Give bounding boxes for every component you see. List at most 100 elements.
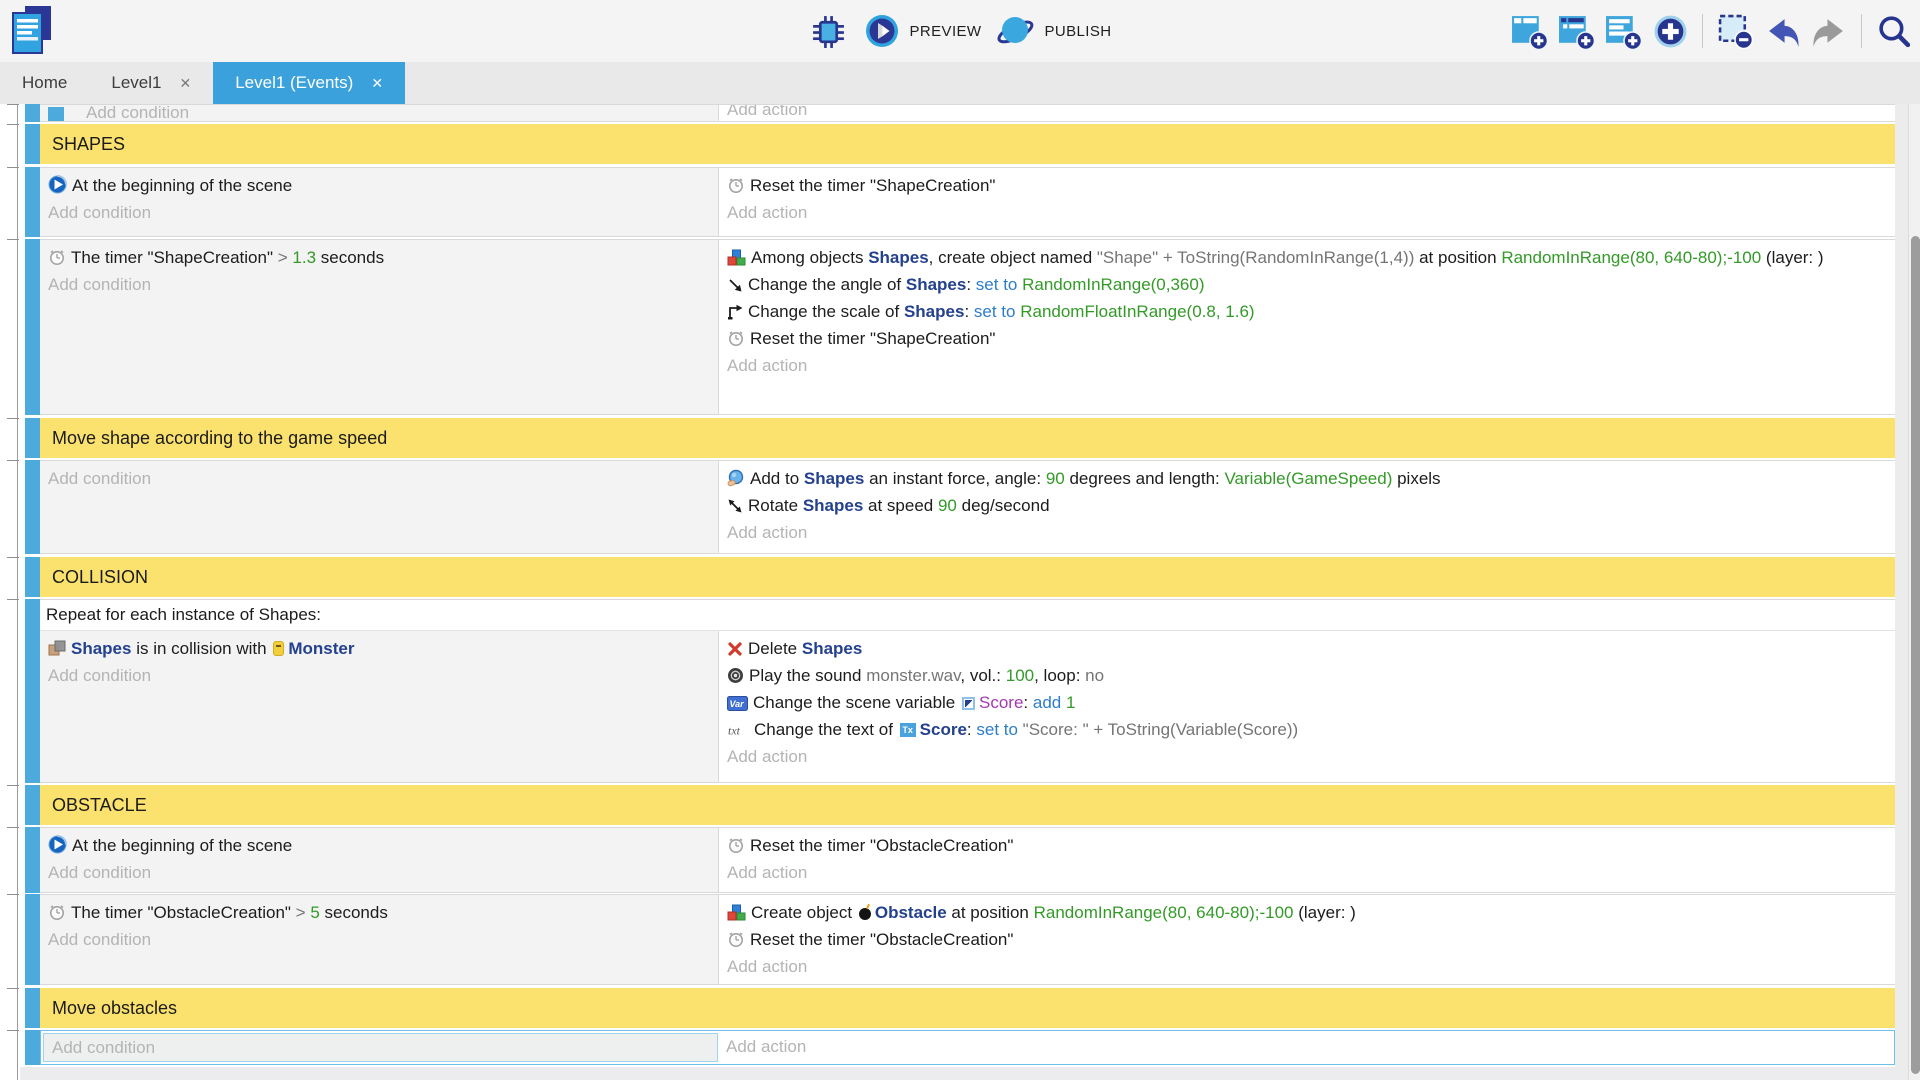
condition-line[interactable]: Shapes is in collision with Monster [40,636,718,661]
event-selection-bar[interactable] [25,460,40,554]
event-selection-bar[interactable] [25,599,40,783]
condition-line[interactable]: At the beginning of the scene [40,173,718,198]
conditions-cell[interactable]: The timer "ObstacleCreation" > 5 seconds… [40,895,719,984]
action-line[interactable]: Create object Obstacle at position Rando… [719,900,1895,925]
event-selection-bar[interactable] [25,418,40,458]
search-button[interactable] [1874,11,1914,51]
add-condition-link[interactable]: Add condition [40,200,718,225]
action-line[interactable]: Change the scale of Shapes: set to Rando… [719,299,1895,324]
tab-home[interactable]: Home [0,62,89,104]
add-event-button[interactable] [1509,11,1549,51]
close-icon[interactable]: ✕ [179,75,191,92]
add-condition-link[interactable]: Add condition [40,927,718,952]
actions-cell[interactable]: Reset the timer "ObstacleCreation" Add a… [719,828,1895,892]
add-condition-link[interactable]: Add condition [86,104,189,122]
add-condition-link[interactable]: Add condition [40,860,718,885]
event-row[interactable]: Add condition Add to Shapes an instant f… [20,460,1895,554]
group-header-label[interactable]: Move obstacles [40,988,1895,1028]
actions-cell[interactable]: Reset the timer "ShapeCreation" Add acti… [719,168,1895,236]
conditions-cell[interactable]: Add condition [40,461,719,553]
event-row-repeat[interactable]: Repeat for each instance of Shapes: Shap… [20,599,1895,783]
tab-level1[interactable]: Level1 ✕ [89,62,213,104]
event-group-shapes[interactable]: SHAPES [20,124,1895,164]
event-selection-bar[interactable] [25,827,40,893]
event-group-move-shape[interactable]: Move shape according to the game speed [20,418,1895,458]
group-header-label[interactable]: OBSTACLE [40,785,1895,825]
action-line[interactable]: Change the angle of Shapes: set to Rando… [719,272,1895,297]
actions-cell[interactable]: Add action [719,105,1895,121]
conditions-cell[interactable]: Add condition [43,1033,718,1062]
event-selection-bar[interactable] [25,785,40,825]
condition-line[interactable]: At the beginning of the scene [40,833,718,858]
event-selection-bar[interactable] [25,894,40,985]
actions-cell[interactable]: Delete Shapes Play the sound monster.wav… [719,631,1895,782]
event-selection-bar[interactable] [25,988,40,1028]
event-row[interactable]: The timer "ShapeCreation" > 1.3 seconds … [20,239,1895,415]
conditions-cell[interactable]: At the beginning of the scene Add condit… [40,168,719,236]
close-icon[interactable]: ✕ [371,75,383,92]
action-line[interactable]: Add to Shapes an instant force, angle: 9… [719,466,1895,491]
add-extra-button[interactable] [1650,11,1690,51]
actions-cell[interactable]: Add to Shapes an instant force, angle: 9… [719,461,1895,553]
actions-cell[interactable]: Create object Obstacle at position Rando… [719,895,1895,984]
action-line[interactable]: Reset the timer "ShapeCreation" [719,326,1895,351]
condition-line[interactable]: The timer "ObstacleCreation" > 5 seconds [40,900,718,925]
actions-cell[interactable]: Add action [718,1033,1892,1062]
add-sub-event-button[interactable] [1556,11,1596,51]
event-row-partial[interactable]: Add condition Add action [20,104,1895,122]
event-selection-bar[interactable] [25,124,40,164]
add-condition-link[interactable]: Add condition [40,272,718,297]
action-line[interactable]: Among objects Shapes, create object name… [719,245,1895,270]
scrollbar-track[interactable] [1908,104,1920,1080]
add-condition-link[interactable]: Add condition [40,466,718,491]
action-line[interactable]: Delete Shapes [719,636,1895,661]
event-selection-bar[interactable] [25,1030,40,1065]
redo-button[interactable] [1809,11,1849,51]
event-selection-bar[interactable] [25,104,40,122]
event-row[interactable]: At the beginning of the scene Add condit… [20,827,1895,893]
event-group-move-obstacles[interactable]: Move obstacles [20,988,1895,1028]
debug-button[interactable] [809,11,849,51]
add-condition-link[interactable]: Add condition [40,663,718,688]
scrollbar-thumb[interactable] [1911,236,1920,1074]
add-action-link[interactable]: Add action [719,200,1895,225]
undo-button[interactable] [1762,11,1802,51]
event-row-selected[interactable]: Add condition Add action [20,1030,1895,1065]
action-line[interactable]: Rotate Shapes at speed 90 deg/second [719,493,1895,518]
add-action-link[interactable]: Add action [719,520,1895,545]
publish-button[interactable]: PUBLISH [995,11,1111,51]
action-line[interactable]: txt Change the text of Score: set to "Sc… [719,717,1895,742]
group-header-label[interactable]: Move shape according to the game speed [40,418,1895,458]
event-row[interactable]: At the beginning of the scene Add condit… [20,167,1895,237]
event-group-collision[interactable]: COLLISION [20,557,1895,597]
action-line[interactable]: Var Change the scene variable Score: add… [719,690,1895,715]
action-line[interactable]: Reset the timer "ObstacleCreation" [719,927,1895,952]
group-header-label[interactable]: COLLISION [40,557,1895,597]
event-row[interactable]: The timer "ObstacleCreation" > 5 seconds… [20,894,1895,985]
conditions-cell[interactable]: Shapes is in collision with Monster Add … [40,631,719,782]
repeat-header[interactable]: Repeat for each instance of Shapes: [40,600,1895,630]
add-action-link[interactable]: Add action [718,1034,1892,1059]
add-action-link[interactable]: Add action [719,744,1895,769]
condition-line[interactable]: The timer "ShapeCreation" > 1.3 seconds [40,245,718,270]
group-header-label[interactable]: SHAPES [40,124,1895,164]
add-comment-button[interactable] [1603,11,1643,51]
event-selection-bar[interactable] [25,167,40,237]
tab-level1-events[interactable]: Level1 (Events) ✕ [213,62,405,104]
conditions-cell[interactable]: The timer "ShapeCreation" > 1.3 seconds … [40,240,719,414]
remove-selection-button[interactable] [1715,11,1755,51]
preview-button[interactable]: PREVIEW [863,12,982,50]
action-line[interactable]: Play the sound monster.wav, vol.: 100, l… [719,663,1895,688]
project-manager-button[interactable] [8,4,62,60]
conditions-cell[interactable]: At the beginning of the scene Add condit… [40,828,719,892]
actions-cell[interactable]: Among objects Shapes, create object name… [719,240,1895,414]
add-action-link[interactable]: Add action [719,954,1895,979]
add-condition-link[interactable]: Add condition [44,1035,717,1060]
conditions-cell[interactable]: Add condition [40,105,719,121]
add-action-link[interactable]: Add action [719,353,1895,378]
event-group-obstacle[interactable]: OBSTACLE [20,785,1895,825]
event-selection-bar[interactable] [25,239,40,415]
add-action-link[interactable]: Add action [719,860,1895,885]
action-line[interactable]: Reset the timer "ShapeCreation" [719,173,1895,198]
event-selection-bar[interactable] [25,557,40,597]
